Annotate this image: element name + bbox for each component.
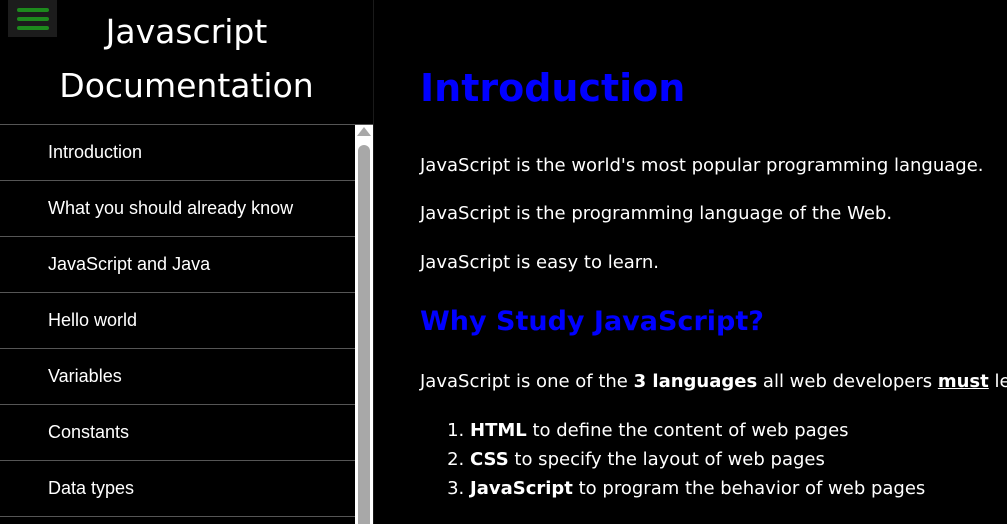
list-item-term: JavaScript	[470, 478, 573, 499]
why-text-underlined: must	[937, 371, 989, 392]
hamburger-menu-icon[interactable]	[8, 0, 57, 37]
list-item-term: CSS	[470, 449, 509, 470]
sidebar-item-introduction[interactable]: Introduction	[0, 125, 355, 181]
sidebar: Javascript Documentation Introduction Wh…	[0, 0, 374, 524]
main-content: Introduction JavaScript is the world's m…	[420, 0, 1007, 524]
sidebar-item-hello-world[interactable]: Hello world	[0, 293, 355, 349]
why-text-bold: 3 languages	[633, 371, 758, 392]
page-title: Introduction	[420, 66, 686, 110]
nav-list: Introduction What you should already kno…	[0, 125, 355, 524]
why-paragraph: JavaScript is one of the 3 languages all…	[420, 371, 1007, 392]
languages-list: HTML to define the content of web pages …	[420, 418, 925, 505]
intro-paragraph-3: JavaScript is easy to learn.	[420, 252, 660, 273]
why-text-part2: all web developers	[757, 371, 938, 392]
scroll-up-arrow-icon[interactable]	[357, 127, 371, 136]
sidebar-item-variables[interactable]: Variables	[0, 349, 355, 405]
list-item-desc: to specify the layout of web pages	[508, 449, 825, 470]
intro-paragraph-1: JavaScript is the world's most popular p…	[420, 155, 984, 176]
scrollbar-thumb[interactable]	[358, 145, 370, 524]
list-item: JavaScript to program the behavior of we…	[470, 476, 925, 505]
list-item-desc: to program the behavior of web pages	[572, 478, 926, 499]
intro-paragraph-2: JavaScript is the programming language o…	[420, 203, 893, 224]
list-item-term: HTML	[470, 420, 527, 441]
sidebar-item-javascript-and-java[interactable]: JavaScript and Java	[0, 237, 355, 293]
why-text-part1: JavaScript is one of the	[420, 371, 634, 392]
page: Javascript Documentation Introduction Wh…	[0, 0, 1007, 524]
sidebar-item-data-types[interactable]: Data types	[0, 461, 355, 517]
list-item-desc: to define the content of web pages	[526, 420, 849, 441]
sidebar-scrollbar[interactable]	[355, 125, 373, 524]
sidebar-item-constants[interactable]: Constants	[0, 405, 355, 461]
sidebar-title-line2: Documentation	[59, 66, 314, 105]
sidebar-item-what-you-should-already-know[interactable]: What you should already know	[0, 181, 355, 237]
list-item: CSS to specify the layout of web pages	[470, 447, 925, 476]
list-item: HTML to define the content of web pages	[470, 418, 925, 447]
section-heading: Why Study JavaScript?	[420, 306, 764, 337]
why-text-part3: learn:	[994, 371, 1007, 392]
